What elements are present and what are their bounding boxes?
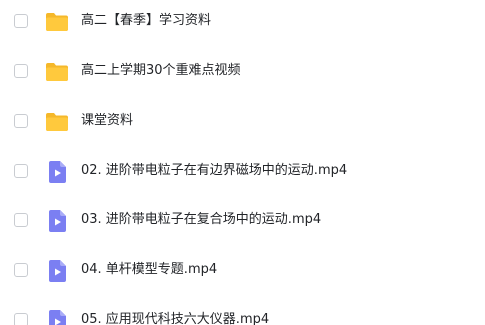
file-row[interactable]: 04. 单杆模型专题.mp4 [0,251,485,291]
file-name[interactable]: 高二上学期30个重难点视频 [81,62,241,80]
row-checkbox[interactable] [14,64,28,78]
file-name[interactable]: 高二【春季】学习资料 [81,12,211,30]
file-row[interactable]: 课堂资料 [0,102,485,142]
row-checkbox[interactable] [14,14,28,28]
file-name[interactable]: 课堂资料 [81,112,133,130]
row-checkbox[interactable] [14,114,28,128]
folder-icon [45,10,69,34]
file-row[interactable]: 05. 应用现代科技六大仪器.mp4 [0,301,485,325]
video-file-icon [45,160,69,184]
video-file-icon [45,259,69,283]
file-row[interactable]: 高二【春季】学习资料 [0,2,485,42]
file-row[interactable]: 03. 进阶带电粒子在复合场中的运动.mp4 [0,201,485,241]
video-file-icon [45,209,69,233]
file-name[interactable]: 04. 单杆模型专题.mp4 [81,261,217,279]
row-checkbox[interactable] [14,164,28,178]
folder-icon [45,60,69,84]
file-list: 高二【春季】学习资料 高二上学期30个重难点视频 课堂资料 02. 进阶带电粒子… [0,0,485,325]
file-name[interactable]: 05. 应用现代科技六大仪器.mp4 [81,311,269,325]
file-row[interactable]: 02. 进阶带电粒子在有边界磁场中的运动.mp4 [0,152,485,192]
file-name[interactable]: 02. 进阶带电粒子在有边界磁场中的运动.mp4 [81,162,347,180]
video-file-icon [45,309,69,325]
row-checkbox[interactable] [14,263,28,277]
row-checkbox[interactable] [14,213,28,227]
file-name[interactable]: 03. 进阶带电粒子在复合场中的运动.mp4 [81,211,321,229]
file-row[interactable]: 高二上学期30个重难点视频 [0,52,485,92]
row-checkbox[interactable] [14,313,28,325]
folder-icon [45,110,69,134]
